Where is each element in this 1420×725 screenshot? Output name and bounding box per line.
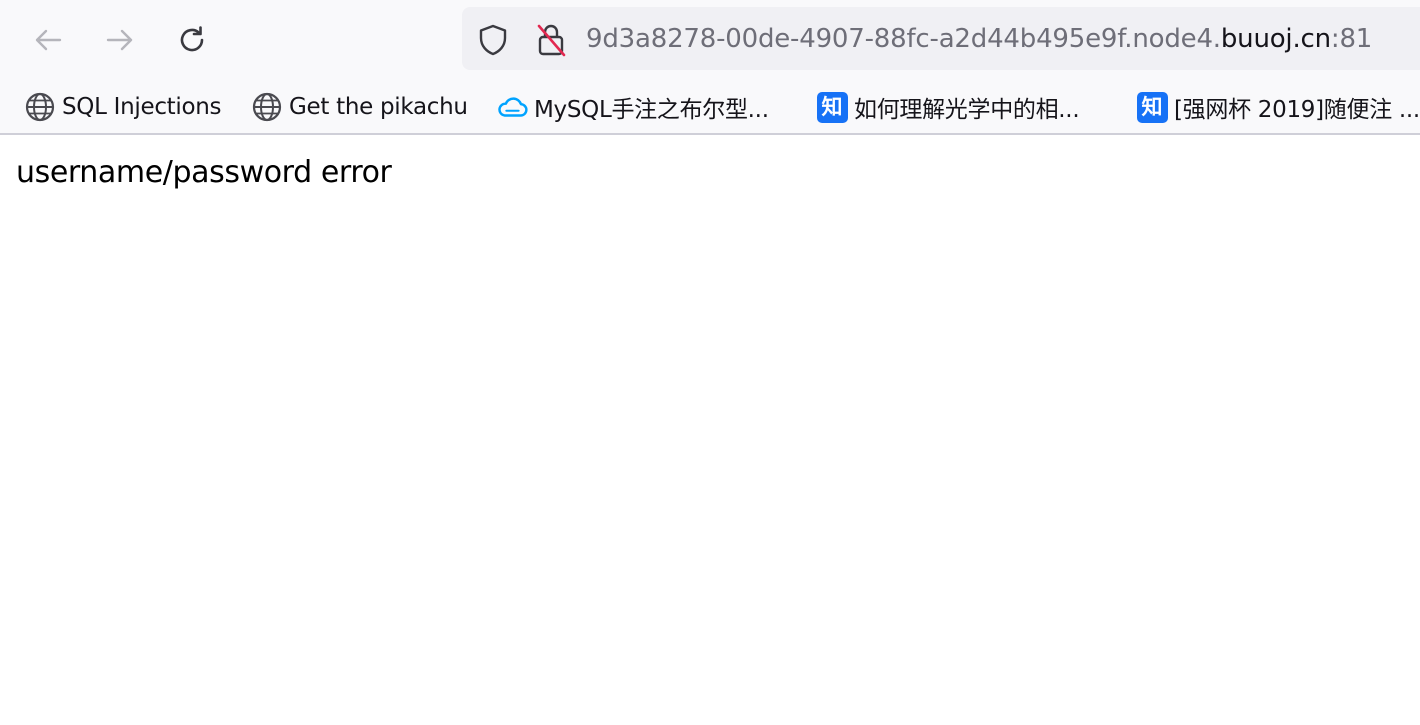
bookmark-qwb-2019[interactable]: 知 [强网杯 2019]随便注 ... bbox=[1136, 84, 1420, 130]
zhihu-icon: 知 bbox=[1136, 91, 1168, 123]
globe-icon bbox=[24, 91, 56, 123]
bookmark-zhihu-optics[interactable]: 知 如何理解光学中的相... bbox=[816, 84, 1116, 130]
url-domain: buuoj.cn bbox=[1220, 24, 1331, 54]
bookmarks-toolbar: SQL Injections Get the pikachu MySQL手注之布… bbox=[0, 84, 1420, 130]
zhihu-icon: 知 bbox=[816, 91, 848, 123]
error-message: username/password error bbox=[16, 155, 392, 190]
url-prefix: 9d3a8278-00de-4907-88fc-a2d44b495e9f.nod… bbox=[586, 24, 1221, 54]
bookmark-label: [强网杯 2019]随便注 ... bbox=[1174, 97, 1420, 123]
arrow-left-icon bbox=[30, 22, 66, 58]
bookmark-sql-injections[interactable]: SQL Injections bbox=[24, 84, 234, 130]
page-content: username/password error bbox=[16, 155, 392, 190]
cloud-icon bbox=[496, 91, 528, 123]
lock-crossed-icon[interactable] bbox=[534, 22, 568, 63]
zhihu-badge: 知 bbox=[816, 91, 848, 123]
globe-icon bbox=[251, 91, 283, 123]
bookmark-label: Get the pikachu bbox=[289, 94, 468, 120]
forward-button[interactable] bbox=[100, 20, 140, 60]
bookmark-label: SQL Injections bbox=[62, 94, 222, 120]
back-button[interactable] bbox=[28, 20, 68, 60]
shield-icon[interactable] bbox=[476, 23, 510, 62]
url-text[interactable]: 9d3a8278-00de-4907-88fc-a2d44b495e9f.nod… bbox=[586, 21, 1372, 57]
bookmark-label: 如何理解光学中的相... bbox=[854, 97, 1080, 123]
url-port: :81 bbox=[1330, 24, 1373, 54]
browser-toolbar: 9d3a8278-00de-4907-88fc-a2d44b495e9f.nod… bbox=[0, 0, 1420, 135]
address-bar[interactable]: 9d3a8278-00de-4907-88fc-a2d44b495e9f.nod… bbox=[462, 7, 1420, 70]
reload-button[interactable] bbox=[172, 20, 212, 60]
zhihu-badge: 知 bbox=[1136, 91, 1168, 123]
arrow-right-icon bbox=[102, 22, 138, 58]
bookmark-get-the-pikachu[interactable]: Get the pikachu bbox=[251, 84, 476, 130]
navigation-bar: 9d3a8278-00de-4907-88fc-a2d44b495e9f.nod… bbox=[0, 0, 1420, 80]
reload-icon bbox=[174, 22, 210, 58]
bookmark-mysql-boolean[interactable]: MySQL手注之布尔型... bbox=[496, 84, 791, 130]
bookmark-label: MySQL手注之布尔型... bbox=[534, 97, 769, 123]
